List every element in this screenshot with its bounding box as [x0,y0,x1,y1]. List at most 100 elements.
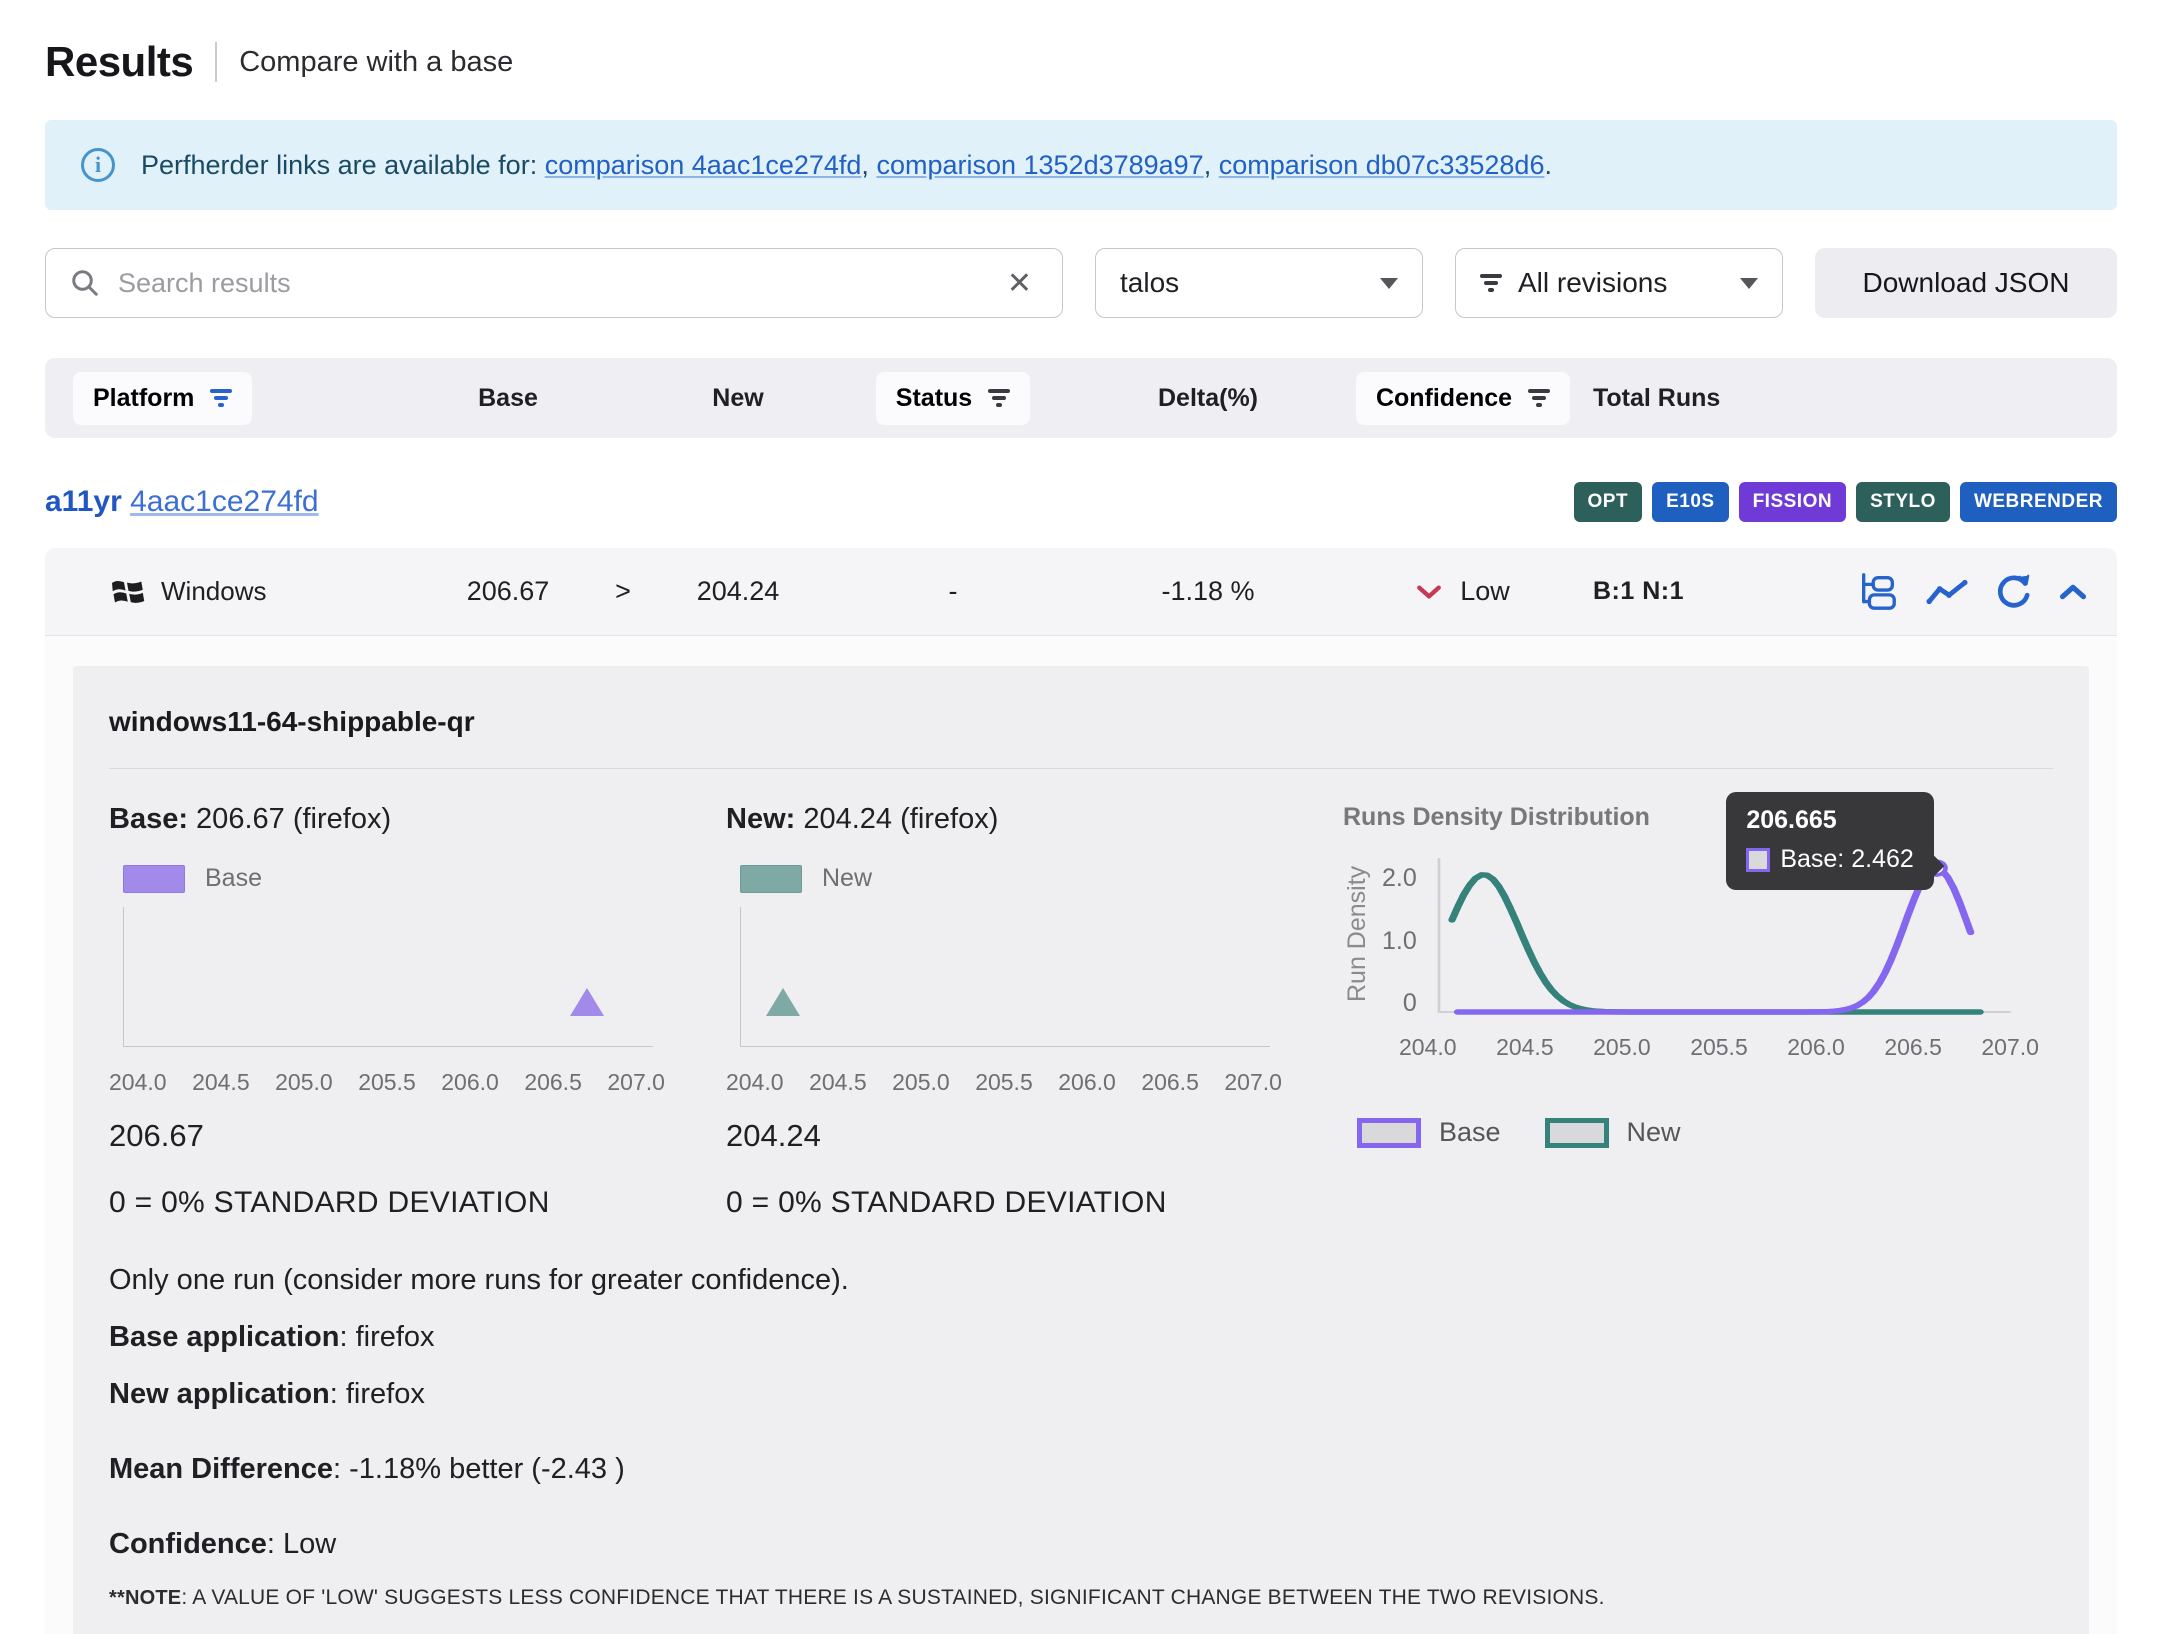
tag-list: OPT E10S FISSION STYLO WEBRENDER [1574,482,2117,522]
new-plot [740,907,1270,1047]
base-point-marker [570,988,604,1016]
graph-link-button[interactable] [1925,577,1969,607]
subtest-name: windows11-64-shippable-qr [109,706,2053,738]
clear-search-icon[interactable]: ✕ [1001,266,1038,301]
status-header-label: Status [896,384,972,413]
info-icon: i [81,148,115,182]
tag-fission: FISSION [1739,482,1847,522]
density-new-swatch [1545,1118,1609,1148]
density-tooltip: 206.665 Base: 2.462 [1726,792,1933,890]
header-divider [215,42,217,82]
new-x-axis: 204.0204.5205.0205.5206.0206.5207.0 [726,1069,1282,1096]
chevron-down-icon [1380,278,1398,289]
base-legend-label: Base [205,864,262,893]
suite-revision-link[interactable]: 4aac1ce274fd [130,485,319,518]
new-stddev: 0 = 0% STANDARD DEVIATION [726,1186,1281,1220]
confidence-value: Low [1460,576,1510,607]
tag-webrender: WEBRENDER [1960,482,2117,522]
total-runs-value: B:1 N:1 [1593,577,1843,606]
total-runs-header: Total Runs [1593,384,1843,413]
search-icon [70,268,100,298]
tag-opt: OPT [1574,482,1643,522]
page-title: Results [45,38,193,86]
platform-filter-button[interactable]: Platform [73,372,252,425]
search-input[interactable] [118,268,983,299]
info-banner: i Perfherder links are available for: co… [45,120,2117,210]
comparison-notes: Only one run (consider more runs for gre… [109,1266,2053,1608]
collapse-chevron-up-icon[interactable] [2059,583,2087,601]
revisions-value: All revisions [1518,267,1724,299]
direction-indicator: > [593,576,653,607]
charts-row: Base: 206.67 (firefox) Base 204.0204.520… [109,803,2053,1220]
new-point-marker [766,988,800,1016]
only-one-run-note: Only one run (consider more runs for gre… [109,1266,2053,1295]
filter-icon [1528,389,1550,407]
download-json-button[interactable]: Download JSON [1815,248,2117,318]
platform-result-row: Windows 206.67 > 204.24 - -1.18 % Low B:… [45,548,2117,636]
base-value: 206.67 [423,576,593,607]
suite-name: a11yr [45,485,122,518]
tooltip-label: Base: 2.462 [1780,845,1913,874]
new-application: New application: firefox [109,1380,2053,1409]
runs-density-block: Runs Density Distribution Run Density 2.… [1343,803,2053,1220]
confidence-note: Confidence: Low [109,1530,2053,1559]
status-value: - [823,576,1083,607]
filter-icon [210,389,232,407]
banner-prefix: Perfherder links are available for: [141,150,545,180]
delta-header: Delta(%) [1083,384,1333,413]
framework-value: talos [1120,267,1364,299]
filter-icon [988,389,1010,407]
comparison-link-3[interactable]: comparison db07c33528d6 [1219,150,1545,180]
comparison-link-1[interactable]: comparison 4aac1ce274fd [545,150,862,180]
search-box[interactable]: ✕ [45,248,1063,318]
base-stddev: 0 = 0% STANDARD DEVIATION [109,1186,664,1220]
tag-e10s: E10S [1652,482,1728,522]
new-value: 204.24 [653,576,823,607]
divider [109,768,2053,769]
density-plot: 206.665 Base: 2.462 [1431,848,2016,1020]
expanded-detail: windows11-64-shippable-qr Base: 206.67 (… [45,636,2117,1634]
base-header: Base [423,384,593,413]
new-swatch [740,865,802,893]
base-heading: Base: 206.67 (firefox) [109,803,664,836]
controls-row: ✕ talos All revisions Download JSON [45,248,2117,318]
suite-title: a11yr 4aac1ce274fd [45,485,319,519]
comparison-link-2[interactable]: comparison 1352d3789a97 [876,150,1203,180]
filter-icon [1480,274,1502,292]
new-header: New [653,384,823,413]
base-swatch [123,865,185,893]
density-y-ticks: 2.01.00 [1372,848,1431,1020]
banner-separator: , [1204,150,1219,180]
tooltip-value: 206.665 [1746,806,1913,835]
mean-difference: Mean Difference: -1.18% better (-2.43 ) [109,1455,2053,1484]
banner-separator: , [861,150,876,180]
revisions-select[interactable]: All revisions [1455,248,1783,318]
new-heading: New: 204.24 (firefox) [726,803,1281,836]
low-confidence-note: **NOTE: A VALUE OF 'LOW' SUGGESTS LESS C… [109,1587,2053,1608]
new-legend-label: New [822,864,872,893]
retrigger-button[interactable] [1995,573,2033,611]
new-point-value: 204.24 [726,1118,1281,1154]
status-filter-button[interactable]: Status [876,372,1030,425]
banner-text: Perfherder links are available for: comp… [141,150,1552,181]
subtest-card: windows11-64-shippable-qr Base: 206.67 (… [73,666,2089,1634]
density-chart-title: Runs Density Distribution [1343,803,2053,832]
density-new-label: New [1627,1117,1681,1148]
suite-row: a11yr 4aac1ce274fd OPT E10S FISSION STYL… [45,482,2117,522]
chevron-down-icon [1740,278,1758,289]
platform-name: Windows [161,576,266,607]
framework-select[interactable]: talos [1095,248,1423,318]
confidence-filter-button[interactable]: Confidence [1356,372,1570,425]
subtests-button[interactable] [1857,572,1899,612]
density-base-label: Base [1439,1117,1501,1148]
tooltip-swatch [1746,848,1770,872]
new-distribution-block: New: 204.24 (firefox) New 204.0204.5205.… [726,803,1281,1220]
base-distribution-block: Base: 206.67 (firefox) Base 204.0204.520… [109,803,664,1220]
base-plot [123,907,653,1047]
platform-header-label: Platform [93,384,194,413]
density-y-axis-label: Run Density [1343,848,1372,1020]
new-legend: New [740,864,1281,893]
regression-chevron-down-icon [1416,584,1442,600]
density-base-swatch [1357,1118,1421,1148]
base-application: Base application: firefox [109,1323,2053,1352]
